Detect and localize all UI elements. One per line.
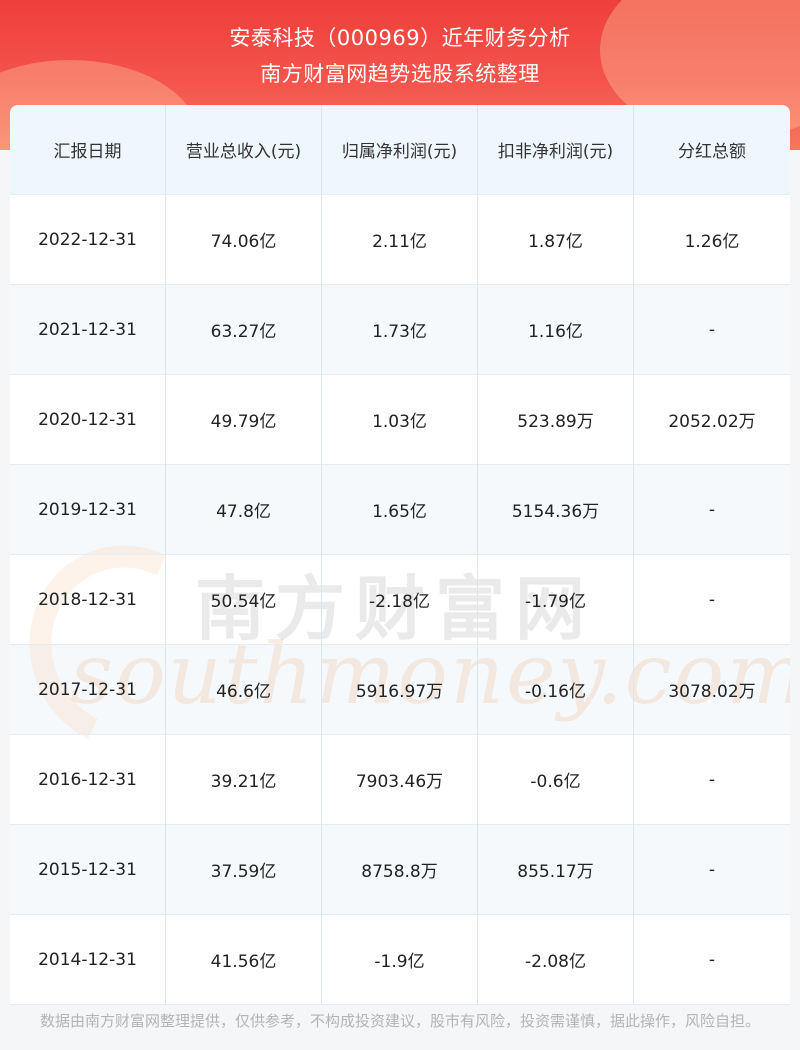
cell-net-profit: 1.65亿 [322, 465, 478, 555]
cell-net-profit: -2.18亿 [322, 555, 478, 645]
cell-dividend: - [634, 465, 790, 555]
cell-dividend: - [634, 915, 790, 1005]
disclaimer-text: 数据由南方财富网整理提供，仅供参考，不构成投资建议，股市有风险，投资需谨慎，据此… [39, 1012, 760, 1030]
cell-deducted-profit: -0.16亿 [478, 645, 634, 735]
cell-deducted-profit: 1.87亿 [478, 195, 634, 285]
cell-dividend: - [634, 825, 790, 915]
column-header-deducted-profit: 扣非净利润(元) [478, 105, 634, 195]
cell-net-profit: 2.11亿 [322, 195, 478, 285]
cell-net-profit: 1.73亿 [322, 285, 478, 375]
cell-net-profit: 8758.8万 [322, 825, 478, 915]
cell-date: 2016-12-31 [10, 735, 166, 825]
cell-date: 2017-12-31 [10, 645, 166, 735]
cell-revenue: 46.6亿 [166, 645, 322, 735]
cell-dividend: 1.26亿 [634, 195, 790, 285]
cell-revenue: 74.06亿 [166, 195, 322, 285]
table-row: 2022-12-31 74.06亿 2.11亿 1.87亿 1.26亿 [10, 195, 790, 285]
financial-table-card: 南方财富网 southmoney.com 汇报日期 营业总收入(元) 归属净利润… [10, 105, 790, 1005]
cell-revenue: 39.21亿 [166, 735, 322, 825]
cell-deducted-profit: -1.79亿 [478, 555, 634, 645]
cell-dividend: - [634, 285, 790, 375]
table-row: 2017-12-31 46.6亿 5916.97万 -0.16亿 3078.02… [10, 645, 790, 735]
financial-table: 汇报日期 营业总收入(元) 归属净利润(元) 扣非净利润(元) 分红总额 202… [10, 105, 790, 1005]
cell-date: 2020-12-31 [10, 375, 166, 465]
cell-date: 2015-12-31 [10, 825, 166, 915]
cell-revenue: 41.56亿 [166, 915, 322, 1005]
table-row: 2020-12-31 49.79亿 1.03亿 523.89万 2052.02万 [10, 375, 790, 465]
table-row: 2016-12-31 39.21亿 7903.46万 -0.6亿 - [10, 735, 790, 825]
cell-deducted-profit: 1.16亿 [478, 285, 634, 375]
cell-revenue: 47.8亿 [166, 465, 322, 555]
page-title: 安泰科技（000969）近年财务分析 [229, 26, 571, 50]
cell-revenue: 50.54亿 [166, 555, 322, 645]
cell-dividend: 3078.02万 [634, 645, 790, 735]
cell-revenue: 49.79亿 [166, 375, 322, 465]
cell-deducted-profit: -0.6亿 [478, 735, 634, 825]
cell-date: 2018-12-31 [10, 555, 166, 645]
table-row: 2014-12-31 41.56亿 -1.9亿 -2.08亿 - [10, 915, 790, 1005]
cell-dividend: 2052.02万 [634, 375, 790, 465]
column-header-net-profit: 归属净利润(元) [322, 105, 478, 195]
cell-date: 2019-12-31 [10, 465, 166, 555]
table-row: 2019-12-31 47.8亿 1.65亿 5154.36万 - [10, 465, 790, 555]
table-header-row: 汇报日期 营业总收入(元) 归属净利润(元) 扣非净利润(元) 分红总额 [10, 105, 790, 195]
cell-net-profit: 5916.97万 [322, 645, 478, 735]
cell-net-profit: -1.9亿 [322, 915, 478, 1005]
page-subtitle: 南方财富网趋势选股系统整理 [260, 62, 540, 86]
cell-dividend: - [634, 555, 790, 645]
cell-net-profit: 7903.46万 [322, 735, 478, 825]
cell-deducted-profit: 5154.36万 [478, 465, 634, 555]
cell-net-profit: 1.03亿 [322, 375, 478, 465]
column-header-date: 汇报日期 [10, 105, 166, 195]
column-header-dividend: 分红总额 [634, 105, 790, 195]
cell-dividend: - [634, 735, 790, 825]
cell-date: 2022-12-31 [10, 195, 166, 285]
cell-revenue: 63.27亿 [166, 285, 322, 375]
cell-deducted-profit: -2.08亿 [478, 915, 634, 1005]
cell-date: 2021-12-31 [10, 285, 166, 375]
table-row: 2018-12-31 50.54亿 -2.18亿 -1.79亿 - [10, 555, 790, 645]
column-header-revenue: 营业总收入(元) [166, 105, 322, 195]
cell-revenue: 37.59亿 [166, 825, 322, 915]
table-row: 2015-12-31 37.59亿 8758.8万 855.17万 - [10, 825, 790, 915]
cell-date: 2014-12-31 [10, 915, 166, 1005]
table-row: 2021-12-31 63.27亿 1.73亿 1.16亿 - [10, 285, 790, 375]
cell-deducted-profit: 523.89万 [478, 375, 634, 465]
cell-deducted-profit: 855.17万 [478, 825, 634, 915]
